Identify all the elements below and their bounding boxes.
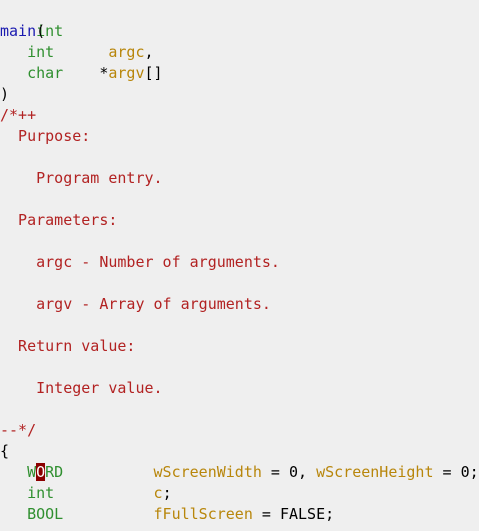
comment-purpose-text: Program entry. — [0, 169, 163, 187]
type-keyword: BOOL — [27, 505, 64, 523]
function-name: main — [0, 22, 37, 40]
param-identifier: argc — [108, 43, 145, 61]
variable-identifier: fFullScreen — [153, 505, 253, 523]
type-keyword-part: W — [27, 463, 37, 481]
code-line-int-decl: int c; — [0, 483, 172, 504]
assignment: = 0, — [261, 463, 317, 481]
open-paren: ( — [36, 22, 46, 40]
comment-parameters-heading: Parameters: — [0, 211, 118, 229]
punctuation: ; — [162, 484, 172, 502]
comment-purpose-heading: Purpose: — [0, 127, 91, 145]
param-identifier: argv — [108, 64, 145, 82]
type-keyword-part: RD — [45, 463, 64, 481]
variable-identifier: wScreenHeight — [316, 463, 434, 481]
comment-open: /*++ — [0, 106, 37, 124]
assignment: = 0; — [433, 463, 479, 481]
variable-identifier: c — [153, 484, 163, 502]
code-line-bool-decl: BOOL fFullScreen = FALSE; — [0, 504, 334, 525]
code-line-param-argv: char *argv[] — [0, 63, 163, 84]
type-keyword: char — [27, 64, 64, 82]
comment-param-argv: argv - Array of arguments. — [0, 295, 271, 313]
type-keyword: int — [27, 43, 55, 61]
punctuation: , — [144, 43, 154, 61]
punctuation: [] — [144, 64, 163, 82]
code-line-param-argc: int argc, — [0, 42, 154, 63]
code-line-close-paren: ) — [0, 85, 10, 103]
comment-param-argc: argc - Number of arguments. — [0, 253, 280, 271]
comment-return-text: Integer value. — [0, 379, 163, 397]
pointer-star: * — [63, 64, 109, 82]
assignment: = FALSE; — [252, 505, 335, 523]
code-line-return-type: int — [0, 0, 63, 40]
code-line-open-brace: { — [0, 442, 10, 460]
comment-close: --*/ — [0, 421, 37, 439]
code-line-function-name: main( — [0, 21, 45, 42]
code-line-word-decl: WORD wScreenWidth = 0, wScreenHeight = 0… — [0, 462, 479, 483]
type-keyword: int — [27, 484, 55, 502]
text-cursor[interactable]: O — [36, 463, 46, 481]
variable-identifier: wScreenWidth — [153, 463, 262, 481]
comment-return-heading: Return value: — [0, 337, 136, 355]
code-editor[interactable]: int main( int argc, char *argv[] ) /*++ … — [0, 0, 479, 531]
